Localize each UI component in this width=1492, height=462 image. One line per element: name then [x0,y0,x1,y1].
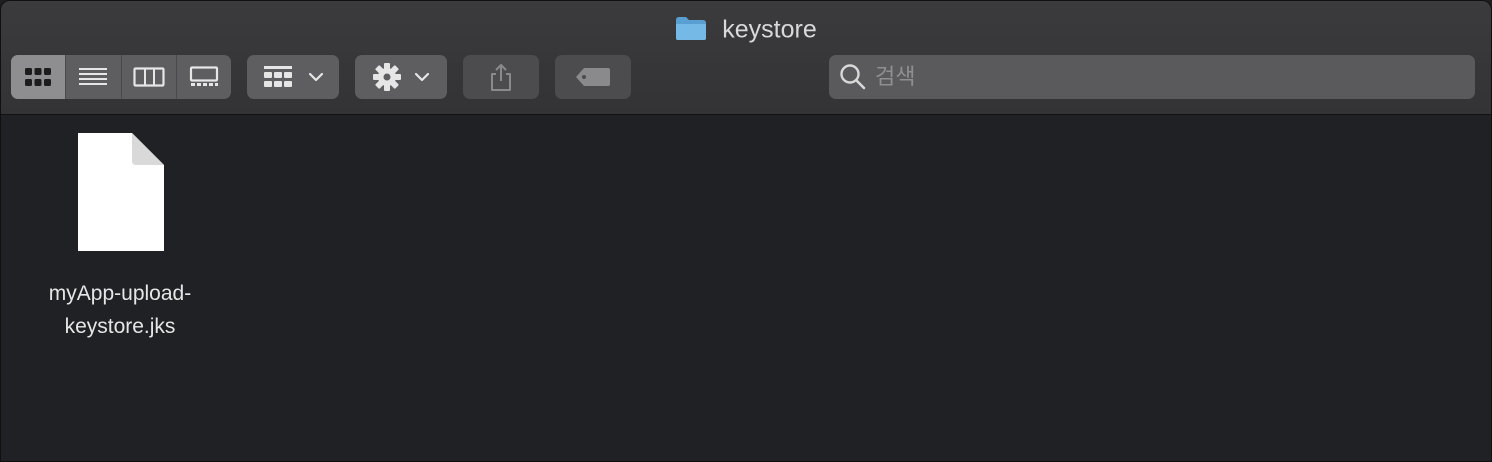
group-grid-icon [264,66,292,87]
file-area: myApp-upload- keystore.jks [1,115,1491,461]
view-mode-switch [11,55,231,99]
chevron-down-icon [414,72,430,82]
group-by-button[interactable] [247,55,339,99]
tag-icon [576,68,610,86]
titlebar: keystore [1,1,1491,115]
list-icon [79,68,108,85]
icon-view-button[interactable] [11,55,66,99]
window-title: keystore [1,13,1491,44]
share-icon [491,64,511,91]
search-icon [840,64,866,90]
gear-icon [373,63,401,91]
list-view-button[interactable] [65,55,120,99]
file-name-line-2: keystore.jks [64,315,176,338]
gallery-view-button[interactable] [175,55,231,99]
tag-button[interactable] [555,55,631,99]
finder-window: keystore 검색 myApp-upload- keystore.jks [0,0,1492,462]
column-view-button[interactable] [120,55,176,99]
search-input[interactable] [873,63,1437,91]
file-name-line-1: myApp-upload- [48,282,192,305]
file-name: myApp-upload- keystore.jks [23,277,217,343]
folder-icon [676,17,707,40]
columns-icon [133,67,165,87]
file-item[interactable]: myApp-upload- keystore.jks [23,131,217,343]
document-icon [78,133,164,251]
grid-icon [25,68,52,86]
search-field[interactable] [829,55,1475,99]
action-menu-button[interactable] [355,55,447,99]
gallery-icon [189,66,218,86]
window-title-text: keystore [722,15,817,44]
chevron-down-icon [308,72,324,82]
share-button[interactable] [463,55,539,99]
